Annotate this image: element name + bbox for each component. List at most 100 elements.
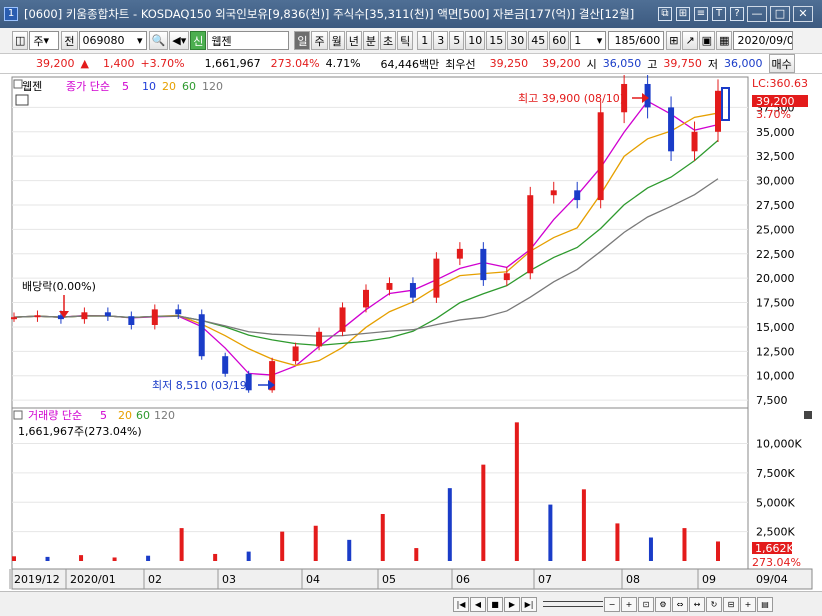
zoom-reset-icon[interactable]: ⊡	[638, 596, 654, 612]
minute-tab-1[interactable]: 3	[433, 31, 449, 50]
table-view-icon[interactable]	[15, 94, 29, 106]
close-button[interactable]: ✕	[793, 6, 813, 22]
buy-button[interactable]: 매수	[768, 54, 795, 73]
sound-icon[interactable]: ◀▾	[169, 31, 190, 50]
candle-body	[715, 90, 721, 132]
market-select-value: 주	[33, 34, 44, 48]
save-icon[interactable]: ▣	[698, 31, 716, 50]
zoom-in-icon[interactable]: +	[621, 596, 637, 612]
credit-signal-badge[interactable]: 신	[190, 31, 207, 50]
minute-tab-4[interactable]: 15	[486, 31, 507, 50]
add-icon[interactable]: +	[740, 596, 756, 612]
volume-bar	[716, 541, 720, 561]
refresh-icon[interactable]: ↻	[706, 596, 722, 612]
draw-tool-icon[interactable]: ↗	[682, 31, 698, 50]
last-page-icon[interactable]: ▶|	[521, 596, 537, 612]
window-copy-icon[interactable]: ⧉	[658, 7, 672, 21]
period-tab-1[interactable]: 주	[311, 31, 328, 50]
zoom-slider[interactable]	[543, 601, 603, 607]
candle-body	[198, 314, 205, 357]
candle-body	[104, 312, 111, 317]
time-tick-label: 05	[382, 573, 396, 586]
first-page-icon[interactable]: |◀	[453, 596, 469, 612]
time-tick-label: 02	[148, 573, 162, 586]
stop-icon[interactable]: ■	[487, 596, 503, 612]
window-font-icon[interactable]: T	[712, 7, 726, 21]
price-legend-name: 웹젠	[22, 80, 42, 93]
print-icon[interactable]: ▤	[757, 596, 773, 612]
period-tab-0[interactable]: 일	[294, 31, 311, 50]
compress-icon[interactable]: ⇔	[672, 596, 688, 612]
price-pane-toggle-icon[interactable]	[13, 79, 23, 89]
window-bar-icon[interactable]: ≡	[694, 7, 708, 21]
volume-pane-close-icon[interactable]	[804, 411, 812, 419]
period-tab-4[interactable]: 분	[362, 31, 379, 50]
period-tab-3[interactable]: 년	[345, 31, 362, 50]
time-tick-label: 2019/12	[14, 573, 60, 586]
time-tick-label: 06	[456, 573, 470, 586]
last-price-label: 39,200	[756, 95, 795, 108]
maximize-button[interactable]: □	[770, 6, 790, 22]
volume-bar	[581, 489, 586, 561]
minute-tab-7[interactable]: 60	[549, 31, 570, 50]
minute-tab-6[interactable]: 45	[528, 31, 549, 50]
page-count-field[interactable]: 185/600	[608, 31, 665, 50]
volume-bar	[112, 557, 117, 561]
time-tick-label: 09/04	[756, 573, 788, 586]
volume-pane-toggle-icon[interactable]	[13, 410, 23, 420]
period-tab-6[interactable]: 틱	[397, 31, 414, 50]
turnover-rate: 4.71%	[325, 57, 361, 70]
window-help-icon[interactable]: ?	[730, 7, 744, 21]
settings-icon[interactable]: ⚙	[655, 596, 671, 612]
open-price: 36,050	[602, 57, 642, 70]
quote-bar: 39,200 ▲ 1,400 +3.70% 1,661,967 273.04% …	[0, 54, 822, 74]
period-tab-2[interactable]: 월	[328, 31, 345, 50]
volume-tick-label: 5,000K	[756, 496, 795, 509]
price-tick-label: 20,000	[756, 272, 795, 285]
candle-body	[292, 346, 299, 362]
volume-tick-label: 10,000K	[756, 438, 802, 451]
candle-body	[668, 107, 675, 152]
prev-page-icon[interactable]: ◀	[470, 596, 486, 612]
indicator-icon[interactable]: ⊞	[666, 31, 682, 50]
market-select[interactable]: 주 ▾	[29, 31, 60, 50]
price-legend-period: 60	[182, 80, 196, 93]
stock-code-input[interactable]: 069080 ▾	[78, 31, 147, 50]
zoom-out-icon[interactable]: −	[604, 596, 620, 612]
stock-name-value: 웹젠	[211, 34, 232, 48]
time-tick-label: 04	[306, 573, 320, 586]
layout-icon[interactable]: ◫	[12, 31, 29, 50]
prefix-button[interactable]: 전	[61, 31, 78, 50]
low-label: 저	[707, 57, 719, 71]
candle-body	[363, 289, 369, 308]
minute-tab-0[interactable]: 1	[417, 31, 433, 50]
minute-tab-2[interactable]: 5	[449, 31, 465, 50]
volume-bar	[146, 555, 151, 561]
expand-icon[interactable]: ↔	[689, 596, 705, 612]
next-page-icon[interactable]: ▶	[504, 596, 520, 612]
volume-bar	[615, 523, 620, 561]
price-change: 1,400	[102, 57, 135, 70]
candle-body	[527, 195, 534, 274]
candle-body	[222, 356, 229, 374]
candle-body	[316, 331, 323, 347]
tick-count-select[interactable]: 1 ▾	[570, 31, 607, 50]
candle-body	[433, 258, 440, 298]
calendar-icon[interactable]: ▦	[716, 31, 733, 50]
restore-icon[interactable]: ⊟	[723, 596, 739, 612]
window-link-icon[interactable]: ⊞	[676, 7, 690, 21]
volume-legend-period: 20	[118, 409, 132, 422]
volume-bar	[246, 551, 251, 561]
current-price: 39,200	[36, 57, 75, 70]
date-field[interactable]: 2020/09/04	[733, 31, 794, 50]
candle-body	[550, 190, 557, 196]
period-tab-5[interactable]: 초	[379, 31, 397, 50]
price-tick-label: 10,000	[756, 370, 795, 383]
minute-tab-5[interactable]: 30	[507, 31, 528, 50]
tick-count-value: 1	[574, 34, 582, 47]
minute-tab-3[interactable]: 10	[465, 31, 486, 50]
minimize-button[interactable]: —	[747, 6, 767, 22]
stock-name-field: 웹젠	[207, 31, 290, 50]
search-icon[interactable]: 🔍	[148, 31, 169, 50]
volume-bar	[79, 555, 84, 561]
